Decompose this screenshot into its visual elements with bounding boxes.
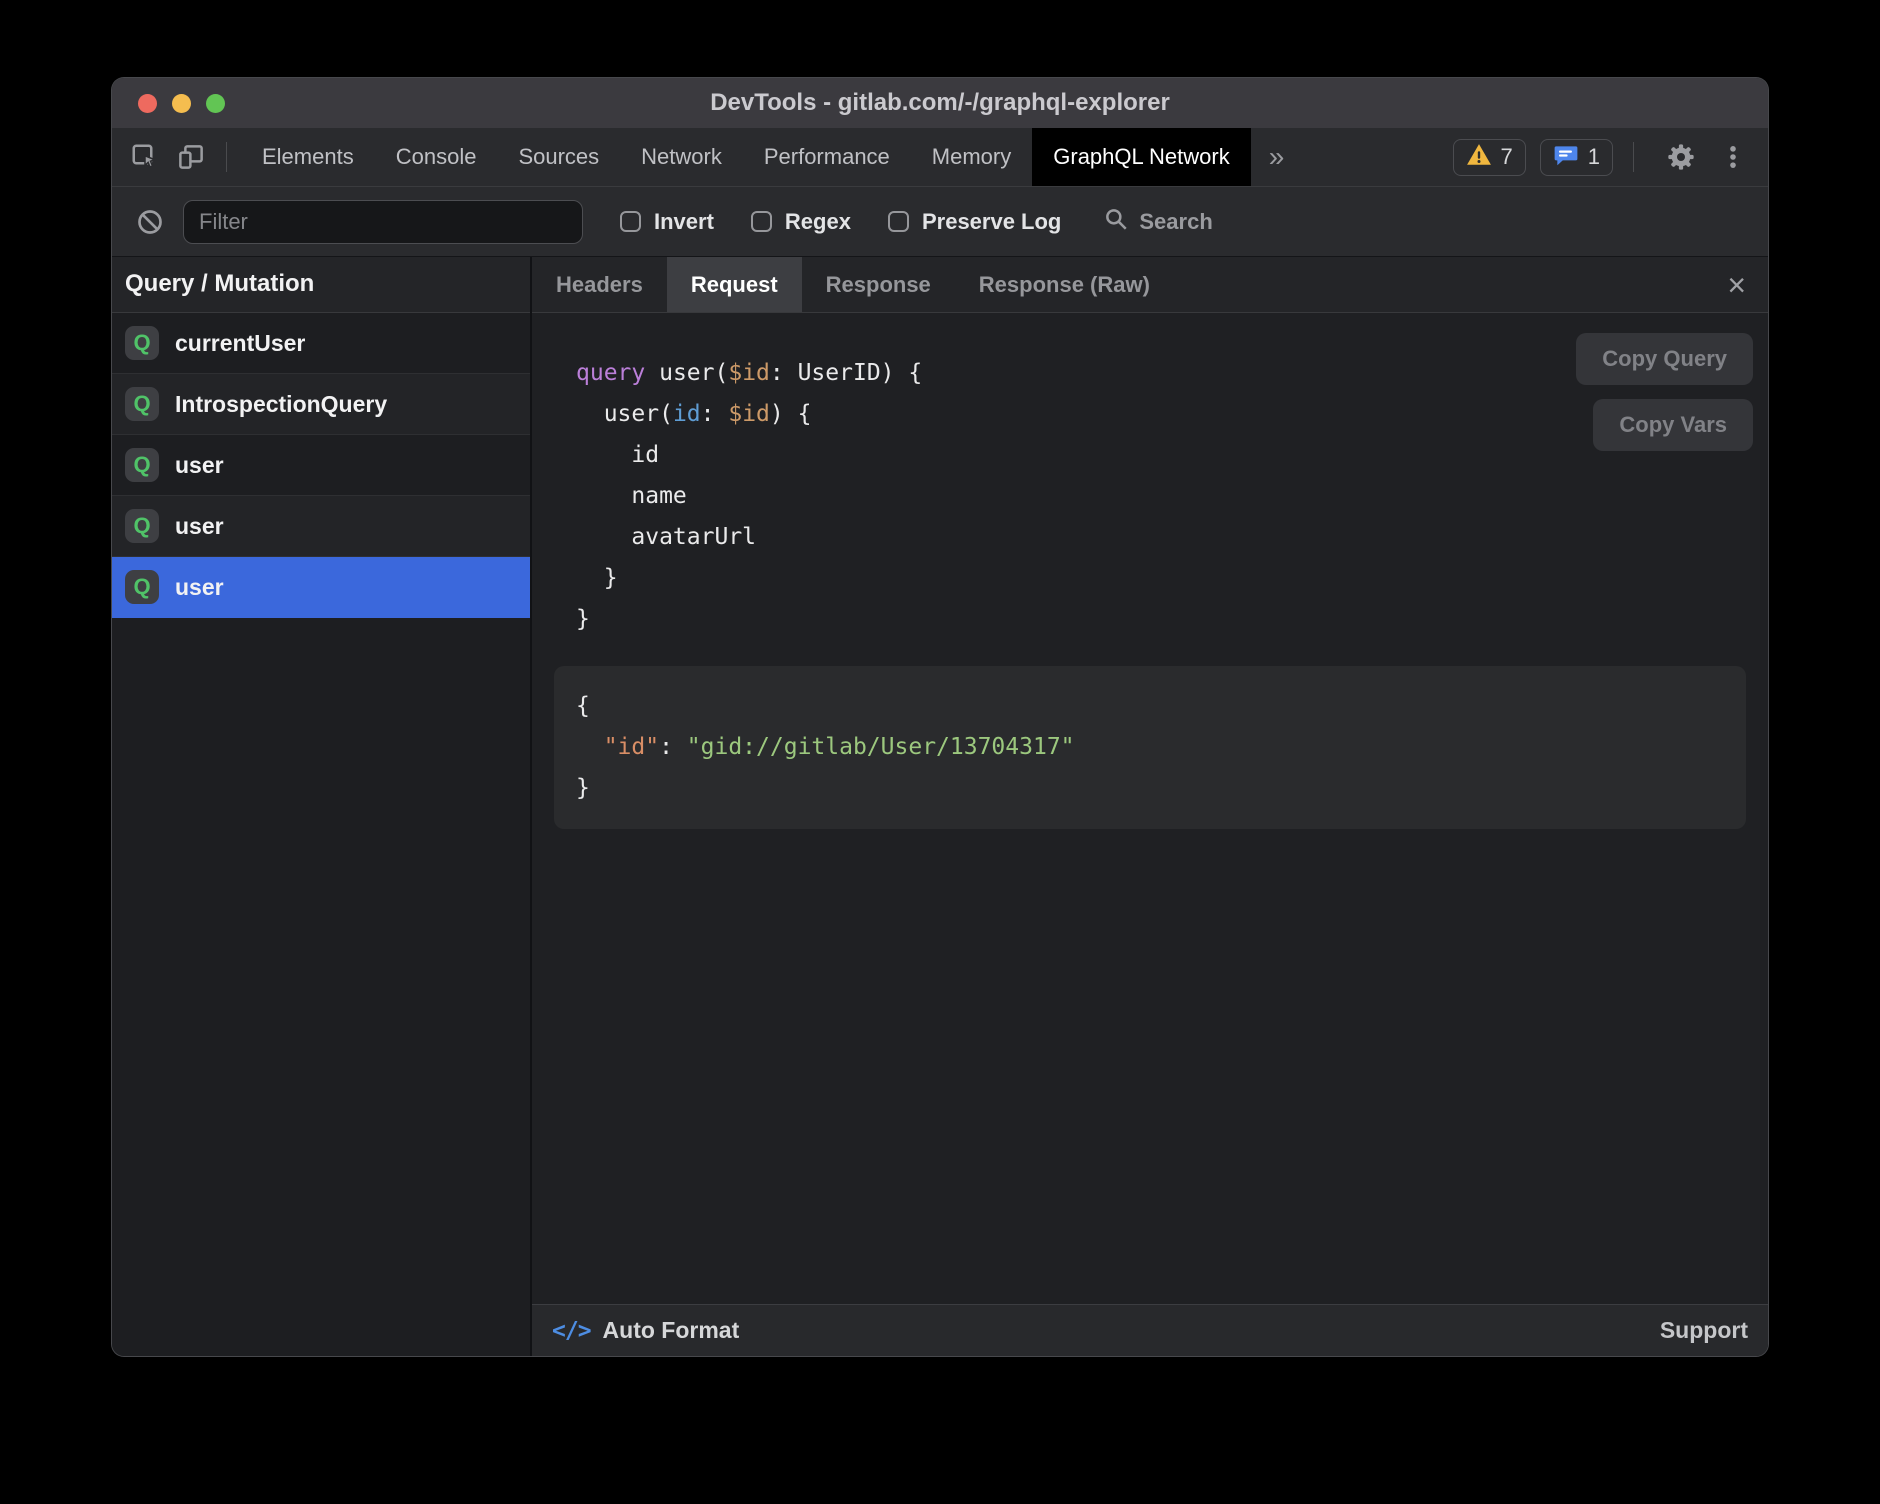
warnings-count: 7 [1501, 144, 1513, 170]
checkbox-group-regex[interactable]: Regex [751, 209, 851, 235]
query-type-badge: Q [125, 326, 159, 360]
copy-buttons: Copy Query Copy Vars [1576, 333, 1753, 451]
checkbox-label-preserve-log: Preserve Log [922, 209, 1061, 235]
query-list-item-user-2[interactable]: Quser [112, 435, 530, 496]
close-detail-icon[interactable]: × [1727, 269, 1746, 301]
filter-bar: Invert Regex Preserve Log Search [112, 186, 1768, 256]
code-line: { [576, 686, 1746, 727]
inspect-element-icon[interactable] [128, 140, 162, 174]
code-line: } [576, 599, 1768, 640]
code-line: "id": "gid://gitlab/User/13704317" [576, 727, 1746, 768]
search-icon [1103, 206, 1129, 237]
query-list-item-introspectionquery-1[interactable]: Q IntrospectionQuery [112, 374, 530, 435]
checkbox-invert[interactable] [620, 211, 641, 232]
auto-format-icon: </> [552, 1318, 591, 1344]
query-list-item-currentuser-0[interactable]: QcurrentUser [112, 313, 530, 374]
filter-checkboxes: Invert Regex Preserve Log [583, 209, 1061, 235]
checkbox-group-invert[interactable]: Invert [620, 209, 714, 235]
devtools-tabbar: ElementsConsoleSourcesNetworkPerformance… [112, 128, 1768, 186]
checkbox-label-invert: Invert [654, 209, 714, 235]
checkbox-label-regex: Regex [785, 209, 851, 235]
filter-input[interactable] [183, 200, 583, 244]
kebab-menu-icon[interactable] [1714, 138, 1752, 176]
close-window-button[interactable] [138, 94, 157, 113]
toolbar-right-cluster: 7 1 [1453, 138, 1769, 176]
tab-graphql-network[interactable]: GraphQL Network [1032, 128, 1250, 186]
detail-tabs: HeadersRequestResponseResponse (Raw) × [532, 257, 1768, 313]
search-label: Search [1139, 209, 1212, 235]
query-type-badge: Q [125, 448, 159, 482]
request-detail-panel: HeadersRequestResponseResponse (Raw) × qu… [532, 257, 1768, 1356]
query-list-header: Query / Mutation [112, 257, 530, 313]
panel-tabs: ElementsConsoleSourcesNetworkPerformance… [241, 128, 1251, 186]
copy-query-button[interactable]: Copy Query [1576, 333, 1753, 385]
detail-tab-request[interactable]: Request [667, 257, 802, 312]
detail-tab-headers[interactable]: Headers [532, 257, 667, 312]
clear-filter-icon[interactable] [131, 203, 169, 241]
tab-console[interactable]: Console [375, 128, 498, 186]
request-tab-content: query user($id: UserID) { user(id: $id) … [532, 313, 1768, 1304]
query-name: user [175, 452, 224, 479]
query-name: user [175, 513, 224, 540]
devtools-window: DevTools - gitlab.com/-/graphql-explorer… [112, 78, 1768, 1356]
more-panels-button[interactable]: » [1251, 141, 1303, 173]
query-list: QcurrentUserQIntrospectionQueryQuserQuse… [112, 313, 530, 618]
query-list-item-user-4[interactable]: Quser [112, 557, 530, 618]
auto-format-button[interactable]: Auto Format [603, 1317, 740, 1344]
toolbar-divider [1633, 142, 1634, 172]
query-list-panel: Query / Mutation QcurrentUserQIntrospect… [112, 257, 532, 1356]
message-bubble-icon [1553, 142, 1579, 173]
minimize-window-button[interactable] [172, 94, 191, 113]
tab-memory[interactable]: Memory [911, 128, 1032, 186]
query-type-badge: Q [125, 387, 159, 421]
issues-count: 1 [1588, 144, 1600, 170]
window-title: DevTools - gitlab.com/-/graphql-explorer [112, 89, 1768, 117]
warning-icon [1466, 143, 1492, 172]
checkbox-regex[interactable] [751, 211, 772, 232]
code-line: avatarUrl [576, 517, 1768, 558]
toolbar-divider [226, 142, 227, 172]
tab-performance[interactable]: Performance [743, 128, 911, 186]
query-name: currentUser [175, 330, 305, 357]
main-content: Query / Mutation QcurrentUserQIntrospect… [112, 256, 1768, 1356]
checkbox-group-preserve-log[interactable]: Preserve Log [888, 209, 1061, 235]
tab-network[interactable]: Network [620, 128, 743, 186]
query-type-badge: Q [125, 509, 159, 543]
code-line: } [576, 768, 1746, 809]
issues-badge[interactable]: 1 [1540, 139, 1613, 176]
fullscreen-window-button[interactable] [206, 94, 225, 113]
device-toolbar-icon[interactable] [174, 140, 208, 174]
titlebar: DevTools - gitlab.com/-/graphql-explorer [112, 78, 1768, 128]
tab-elements[interactable]: Elements [241, 128, 375, 186]
screen: DevTools - gitlab.com/-/graphql-explorer… [0, 0, 1880, 1504]
copy-vars-button[interactable]: Copy Vars [1593, 399, 1753, 451]
detail-tab-response[interactable]: Response [802, 257, 955, 312]
detail-tab-response-raw[interactable]: Response (Raw) [955, 257, 1174, 312]
query-name: user [175, 574, 224, 601]
warnings-badge[interactable]: 7 [1453, 139, 1526, 176]
code-line: } [576, 558, 1768, 599]
query-variables-box: { "id": "gid://gitlab/User/13704317"} [554, 666, 1746, 829]
detail-footer: </> Auto Format Support [532, 1304, 1768, 1356]
traffic-lights [138, 78, 225, 128]
checkbox-preserve-log[interactable] [888, 211, 909, 232]
query-type-badge: Q [125, 570, 159, 604]
code-line: name [576, 476, 1768, 517]
query-list-item-user-3[interactable]: Quser [112, 496, 530, 557]
settings-gear-icon[interactable] [1662, 138, 1700, 176]
tab-sources[interactable]: Sources [497, 128, 620, 186]
query-name: IntrospectionQuery [175, 391, 387, 418]
support-link[interactable]: Support [1660, 1317, 1748, 1344]
search-button[interactable]: Search [1103, 206, 1212, 237]
